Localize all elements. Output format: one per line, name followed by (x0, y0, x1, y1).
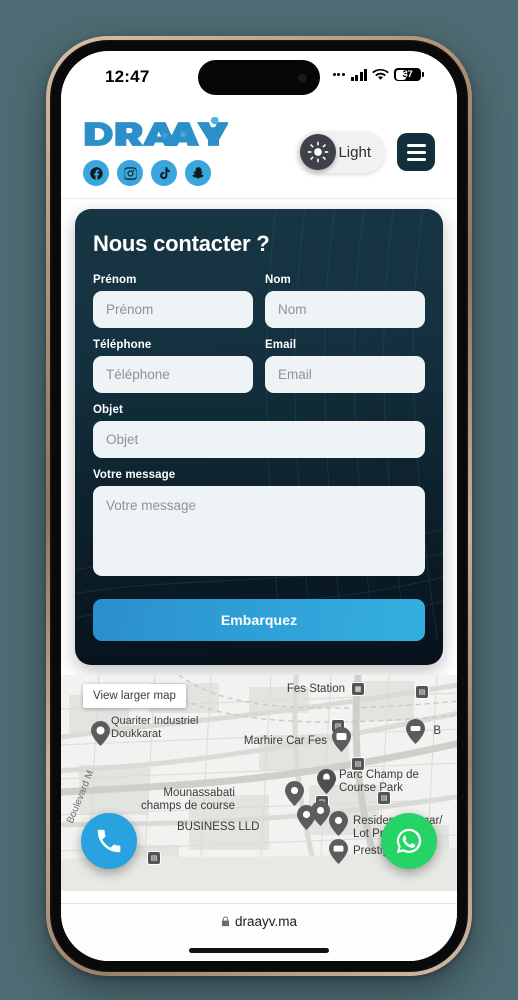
label-message: Votre message (93, 469, 176, 481)
field-group-email: Email (265, 339, 425, 393)
lastname-input[interactable] (265, 291, 425, 328)
phone-device-frame: 12:47 37 Light Nous contacter ? Prénom P… (46, 36, 472, 976)
social-links (83, 160, 228, 186)
submit-button[interactable]: Embarquez (93, 599, 425, 641)
map-label-quartier-industriel: Quariter Industriel Doukkarat (111, 715, 199, 740)
site-header: Light (61, 105, 457, 199)
map-pin-cluster-c[interactable] (329, 811, 348, 836)
whatsapp-icon (396, 828, 422, 854)
tiktok-icon[interactable] (151, 160, 177, 186)
browser-bottom-bar: draayv.ma (61, 903, 457, 961)
url-bar[interactable]: draayv.ma (221, 914, 297, 929)
theme-toggle-label: Light (338, 143, 371, 161)
contact-card: Nous contacter ? Prénom Nom (75, 209, 443, 665)
cellular-signal-icon (332, 73, 345, 76)
field-group-subject: Objet (93, 404, 425, 458)
phone-bezel: 12:47 37 Light Nous contacter ? Prénom P… (50, 40, 468, 972)
header-actions: Light (297, 115, 435, 173)
brand-column (83, 115, 228, 186)
field-group-lastname: Nom (265, 274, 425, 328)
label-lastname: Nom (265, 274, 291, 286)
status-time: 12:47 (105, 67, 150, 86)
battery-percent: 37 (402, 69, 413, 80)
map-icon-transit-1[interactable]: ▤ (415, 685, 429, 699)
view-larger-map-button[interactable]: View larger map (83, 684, 186, 708)
map-embed[interactable]: View larger map Quariter Industriel Douk… (61, 675, 457, 891)
status-indicators: 37 (332, 68, 424, 81)
map-label-b: B (433, 725, 441, 737)
message-textarea[interactable] (93, 486, 425, 576)
map-label-fes-station: Fes Station (286, 683, 345, 695)
map-label-mounassabati: Mounassabati champs de course (141, 787, 235, 813)
draayv-logo[interactable] (83, 117, 228, 151)
signal-bars-icon (350, 68, 367, 81)
map-pin-prestigia-fes[interactable] (329, 839, 348, 864)
firstname-input[interactable] (93, 291, 253, 328)
map-pin-mounassabati[interactable] (285, 781, 304, 806)
lock-icon (221, 916, 230, 927)
map-label-business-lld: BUSINESS LLD (177, 821, 260, 833)
instagram-icon[interactable] (117, 160, 143, 186)
map-icon-train-station[interactable]: ▦ (351, 682, 365, 696)
url-text: draayv.ma (234, 914, 298, 929)
map-label-parc-champ: Parc Champ de Course Park (339, 769, 419, 795)
map-pin-cluster-b[interactable] (311, 801, 330, 826)
hamburger-menu-icon[interactable] (397, 133, 435, 171)
map-label-marhire-car: Marhire Car Fes (243, 735, 327, 747)
email-input[interactable] (265, 356, 425, 393)
map-pin-quartier-industriel[interactable] (91, 721, 110, 746)
phone-screen: 12:47 37 Light Nous contacter ? Prénom P… (61, 51, 457, 961)
label-email: Email (265, 339, 297, 351)
map-pin-hotel[interactable] (406, 719, 425, 744)
label-subject: Objet (93, 404, 123, 416)
page-title: Nous contacter ? (93, 231, 270, 256)
map-pin-marhire-car[interactable] (332, 727, 351, 752)
page-body: Nous contacter ? Prénom Nom (61, 199, 457, 665)
map-icon-transit-6[interactable]: ▤ (147, 851, 161, 865)
map-pin-parc-champ[interactable] (317, 769, 336, 794)
whatsapp-floating-button[interactable] (381, 813, 437, 869)
label-firstname: Prénom (93, 274, 137, 286)
contact-form: Prénom Nom Téléphone (93, 274, 425, 641)
form-row-contact: Téléphone Email (93, 339, 425, 404)
snapchat-icon[interactable] (185, 160, 211, 186)
call-floating-button[interactable] (81, 813, 137, 869)
phone-input[interactable] (93, 356, 253, 393)
front-camera-icon (298, 73, 307, 82)
sun-icon (300, 134, 337, 170)
subject-input[interactable] (93, 421, 425, 458)
theme-toggle[interactable]: Light (297, 131, 385, 173)
wifi-icon (372, 68, 389, 80)
phone-icon (97, 829, 121, 853)
dynamic-island (198, 60, 320, 95)
form-row-name: Prénom Nom (93, 274, 425, 339)
field-group-message: Votre message (93, 469, 425, 581)
facebook-icon[interactable] (83, 160, 109, 186)
home-indicator[interactable] (189, 948, 329, 953)
field-group-phone: Téléphone (93, 339, 253, 393)
battery-icon: 37 (394, 68, 424, 81)
status-bar: 12:47 37 (61, 51, 457, 105)
field-group-firstname: Prénom (93, 274, 253, 328)
label-phone: Téléphone (93, 339, 152, 351)
